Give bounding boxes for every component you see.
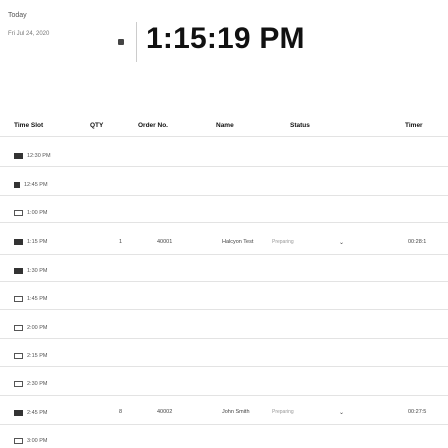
- slot-indicator: [14, 239, 23, 245]
- order-qty: 8: [119, 409, 123, 415]
- status-value: Preparing: [272, 239, 294, 245]
- slot-time: 3:00 PM: [27, 438, 48, 444]
- col-order-no: Order No.: [138, 122, 168, 129]
- slot-time: 1:30 PM: [27, 268, 48, 274]
- row-rule: [0, 222, 448, 223]
- order-number[interactable]: 40002: [157, 409, 172, 415]
- slot-indicator: [14, 268, 23, 274]
- status-value: Preparing: [272, 409, 294, 415]
- row-rule: [0, 195, 448, 196]
- order-number[interactable]: 40001: [157, 239, 172, 245]
- header-rule: [0, 136, 448, 137]
- today-label: Today: [8, 12, 27, 19]
- slot-time: 1:00 PM: [27, 210, 48, 216]
- slot-time: 2:00 PM: [27, 325, 48, 331]
- calendar-icon[interactable]: [118, 39, 124, 45]
- time-slot[interactable]: 1:15 PM: [14, 237, 47, 247]
- row-rule: [0, 395, 448, 396]
- row-rule: [0, 309, 448, 310]
- row-rule: [0, 281, 448, 282]
- slot-time: 2:15 PM: [27, 353, 48, 359]
- status-select[interactable]: Preparing ⌄: [268, 407, 348, 417]
- row-rule: [0, 254, 448, 255]
- time-slot[interactable]: 3:00 PM: [14, 436, 47, 446]
- col-time-slot: Time Slot: [14, 122, 44, 129]
- slot-indicator: [14, 381, 23, 387]
- time-slot[interactable]: 12:45 PM: [14, 180, 48, 190]
- time-slot[interactable]: 2:30 PM: [14, 379, 47, 389]
- order-name: Halcyon Test: [222, 239, 254, 245]
- chevron-down-icon: ⌄: [338, 239, 344, 246]
- row-rule: [0, 166, 448, 167]
- header-divider: [136, 22, 137, 62]
- row-rule: [0, 424, 448, 425]
- col-status: Status: [290, 122, 310, 129]
- time-slot[interactable]: 2:45 PM: [14, 408, 47, 418]
- slot-time: 1:45 PM: [27, 296, 48, 302]
- order-board: Today Fri Jul 24, 2020 1:15:19 PM Time S…: [0, 0, 448, 448]
- row-rule: [0, 338, 448, 339]
- row-rule: [0, 366, 448, 367]
- col-name: Name: [216, 122, 234, 129]
- slot-time: 12:45 PM: [24, 182, 48, 188]
- time-slot[interactable]: 12:30 PM: [14, 151, 51, 161]
- slot-indicator: [14, 353, 23, 359]
- order-timer: 00:27:5: [408, 409, 427, 415]
- time-slot[interactable]: 2:15 PM: [14, 351, 47, 361]
- slot-indicator: [14, 296, 23, 302]
- order-qty: 1: [119, 239, 123, 245]
- time-slot[interactable]: 1:00 PM: [14, 208, 47, 218]
- slot-indicator: [14, 410, 23, 416]
- slot-time: 2:45 PM: [27, 410, 48, 416]
- current-date: Fri Jul 24, 2020: [8, 31, 50, 37]
- clock: 1:15:19 PM: [146, 22, 305, 55]
- col-timer: Timer: [405, 122, 423, 129]
- time-slot[interactable]: 1:45 PM: [14, 294, 47, 304]
- slot-time: 2:30 PM: [27, 381, 48, 387]
- header: Today Fri Jul 24, 2020 1:15:19 PM: [0, 0, 448, 80]
- col-qty: QTY: [90, 122, 104, 129]
- slot-indicator: [14, 325, 23, 331]
- order-name: John Smith: [222, 409, 250, 415]
- chevron-down-icon: ⌄: [338, 409, 344, 416]
- status-select[interactable]: Preparing ⌄: [268, 237, 348, 247]
- date-block: Today Fri Jul 24, 2020: [8, 12, 49, 37]
- time-slot[interactable]: 2:00 PM: [14, 323, 47, 333]
- slot-indicator: [14, 153, 23, 159]
- slot-time: 1:15 PM: [27, 239, 48, 245]
- order-timer: 00:28:1: [408, 239, 427, 245]
- slot-indicator: [14, 182, 20, 188]
- slot-time: 12:30 PM: [27, 153, 51, 159]
- slot-indicator: [14, 210, 23, 216]
- time-slot[interactable]: 1:30 PM: [14, 266, 47, 276]
- slot-indicator: [14, 438, 23, 444]
